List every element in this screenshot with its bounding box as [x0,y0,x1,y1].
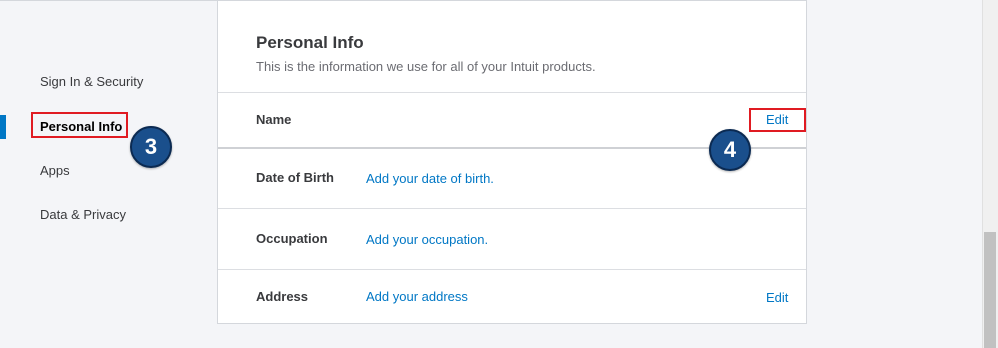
address-edit-link[interactable]: Edit [766,290,788,305]
name-edit-highlight [749,108,806,132]
step-badge-3: 3 [130,126,172,168]
add-date-of-birth-link[interactable]: Add your date of birth. [366,171,494,186]
sidebar-item-apps[interactable]: Apps [40,163,70,178]
name-label: Name [256,112,292,127]
active-indicator [0,115,6,139]
add-occupation-link[interactable]: Add your occupation. [366,232,488,247]
scrollbar-thumb[interactable] [984,232,996,348]
card-title: Personal Info [256,33,364,52]
step-badge-4: 4 [709,129,751,171]
row-divider [218,92,806,93]
row-divider [218,208,806,209]
occupation-label: Occupation [256,231,328,246]
sidebar-nav: Sign In & Security Personal Info Apps Da… [0,0,218,348]
personal-info-highlight [31,112,128,138]
address-label: Address [256,289,309,304]
sidebar-item-sign-in-security[interactable]: Sign In & Security [40,74,143,89]
date-of-birth-label: Date of Birth [256,170,334,185]
page-background-right [806,0,982,348]
add-address-link[interactable]: Add your address [366,289,468,304]
row-divider [218,269,806,270]
card-subtitle: This is the information we use for all o… [256,59,596,74]
sidebar-item-data-privacy[interactable]: Data & Privacy [40,207,126,222]
